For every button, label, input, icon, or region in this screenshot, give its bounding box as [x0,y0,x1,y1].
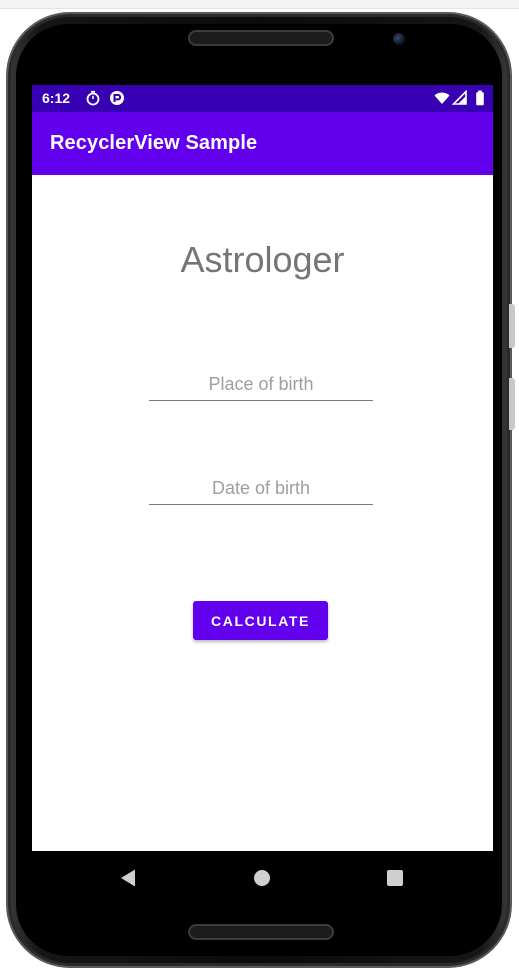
calculate-button[interactable]: CALCULATE [193,601,328,640]
battery-icon [472,90,488,106]
page-title: Astrologer [180,239,345,280]
top-speaker-grille [188,30,334,46]
bottom-speaker-grille [188,924,334,940]
app-title: RecyclerView Sample [50,132,258,154]
system-nav-bar [32,851,493,905]
timer-icon [85,90,101,106]
home-icon[interactable] [250,866,274,890]
recents-icon[interactable] [383,866,407,890]
signal-icon [451,89,468,106]
main-content: Astrologer CALCULATE [32,175,493,851]
window-top-strip [0,0,519,9]
place-of-birth-field[interactable] [149,369,373,401]
power-button[interactable] [509,378,515,430]
emulator-page: 6:12 RecyclerView Sample Astrologer Plac… [0,0,519,974]
date-of-birth-field[interactable] [149,473,373,505]
volume-button[interactable] [509,304,515,348]
wifi-icon [434,90,450,106]
app-notification-icon [109,90,125,106]
status-bar: 6:12 [32,85,493,112]
back-icon[interactable] [116,866,140,890]
front-camera [393,33,405,45]
device-screen: 6:12 RecyclerView Sample Astrologer Plac… [32,85,493,905]
status-time: 6:12 [42,90,71,106]
app-toolbar: RecyclerView Sample [32,112,493,175]
